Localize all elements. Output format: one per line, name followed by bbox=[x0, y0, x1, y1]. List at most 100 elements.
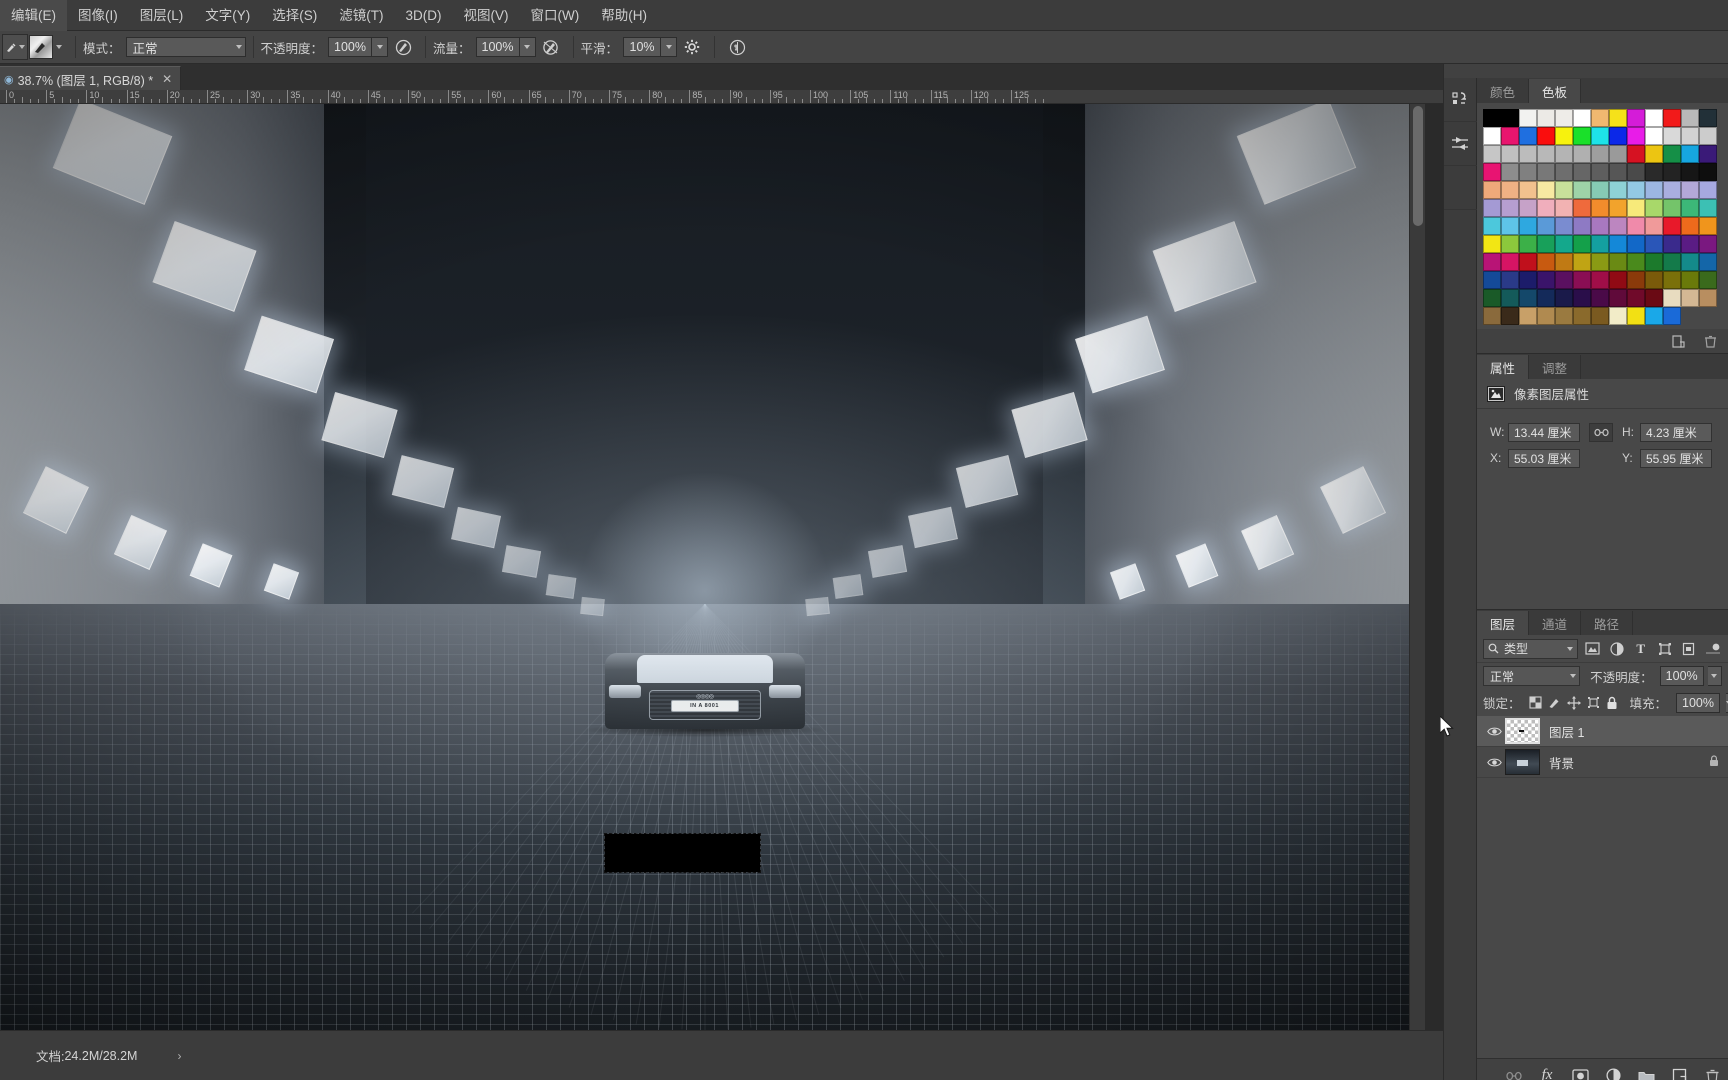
color-swatch[interactable] bbox=[1537, 235, 1555, 253]
tab-channels[interactable]: 通道 bbox=[1529, 611, 1582, 635]
color-swatch[interactable] bbox=[1483, 217, 1501, 235]
color-swatch[interactable] bbox=[1627, 127, 1645, 145]
delete-swatch-button[interactable] bbox=[1700, 331, 1720, 351]
layer-row[interactable]: 背景 bbox=[1477, 747, 1728, 778]
layer-thumbnail[interactable] bbox=[1505, 718, 1540, 744]
color-swatch[interactable] bbox=[1519, 235, 1537, 253]
opacity-stepper[interactable] bbox=[372, 37, 389, 57]
color-swatch[interactable] bbox=[1483, 235, 1501, 253]
color-swatch[interactable] bbox=[1645, 235, 1663, 253]
color-swatch[interactable] bbox=[1609, 235, 1627, 253]
filter-adjustment-button[interactable] bbox=[1607, 639, 1626, 659]
color-swatch[interactable] bbox=[1681, 163, 1699, 181]
color-swatch[interactable] bbox=[1591, 199, 1609, 217]
color-swatch[interactable] bbox=[1645, 271, 1663, 289]
color-swatch[interactable] bbox=[1609, 289, 1627, 307]
canvas-artwork[interactable]: ◎◎◎◎ IN A 8001 bbox=[0, 104, 1409, 1030]
color-swatch[interactable] bbox=[1699, 163, 1717, 181]
color-swatch[interactable] bbox=[1699, 109, 1717, 127]
smoothing-settings-button[interactable] bbox=[681, 36, 703, 58]
color-swatch[interactable] bbox=[1627, 163, 1645, 181]
color-swatch[interactable] bbox=[1663, 217, 1681, 235]
lock-artboard-button[interactable] bbox=[1587, 695, 1600, 711]
color-swatch[interactable] bbox=[1537, 109, 1555, 127]
color-swatch[interactable] bbox=[1501, 217, 1519, 235]
color-swatch[interactable] bbox=[1591, 235, 1609, 253]
color-swatch[interactable] bbox=[1519, 271, 1537, 289]
canvas-vertical-scrollbar[interactable] bbox=[1409, 104, 1425, 1030]
color-swatch[interactable] bbox=[1699, 199, 1717, 217]
lock-transparent-button[interactable] bbox=[1528, 695, 1542, 711]
color-swatch[interactable] bbox=[1663, 181, 1681, 199]
tab-layers[interactable]: 图层 bbox=[1477, 611, 1530, 635]
menu-image[interactable]: 图像(I) bbox=[67, 0, 129, 31]
smoothing-stepper[interactable] bbox=[661, 37, 678, 57]
color-swatch[interactable] bbox=[1501, 271, 1519, 289]
rail-libraries-button[interactable] bbox=[1444, 78, 1477, 122]
tab-color[interactable]: 颜色 bbox=[1477, 79, 1530, 103]
close-icon[interactable]: ✕ bbox=[162, 72, 172, 86]
color-swatch[interactable] bbox=[1681, 199, 1699, 217]
symmetry-button[interactable] bbox=[726, 36, 748, 58]
link-layers-button[interactable] bbox=[1504, 1066, 1524, 1080]
lock-position-button[interactable] bbox=[1566, 695, 1581, 711]
color-swatch[interactable] bbox=[1555, 163, 1573, 181]
blend-mode-select[interactable]: 正常 bbox=[1483, 666, 1581, 686]
color-swatch[interactable] bbox=[1519, 145, 1537, 163]
menu-edit[interactable]: 编辑(E) bbox=[0, 0, 67, 31]
color-swatch[interactable] bbox=[1609, 271, 1627, 289]
color-swatch[interactable] bbox=[1501, 307, 1519, 325]
color-swatch[interactable] bbox=[1681, 253, 1699, 271]
color-swatch[interactable] bbox=[1609, 199, 1627, 217]
smoothing-input[interactable]: 10% bbox=[623, 37, 662, 57]
color-swatch[interactable] bbox=[1573, 145, 1591, 163]
tab-adjustments[interactable]: 调整 bbox=[1529, 355, 1582, 379]
opacity-pressure-toggle[interactable] bbox=[392, 36, 414, 58]
menu-window[interactable]: 窗口(W) bbox=[520, 0, 591, 31]
color-swatch[interactable] bbox=[1501, 127, 1519, 145]
color-swatch[interactable] bbox=[1483, 109, 1501, 127]
color-swatch[interactable] bbox=[1483, 181, 1501, 199]
color-swatch[interactable] bbox=[1555, 253, 1573, 271]
width-field[interactable]: 13.44 厘米 bbox=[1508, 422, 1580, 442]
color-swatch[interactable] bbox=[1483, 271, 1501, 289]
color-swatch[interactable] bbox=[1645, 163, 1663, 181]
color-swatch[interactable] bbox=[1519, 289, 1537, 307]
swatch-grid[interactable] bbox=[1483, 109, 1717, 325]
color-swatch[interactable] bbox=[1591, 145, 1609, 163]
color-swatch[interactable] bbox=[1573, 199, 1591, 217]
color-swatch[interactable] bbox=[1627, 181, 1645, 199]
color-swatch[interactable] bbox=[1663, 199, 1681, 217]
link-wh-button[interactable] bbox=[1589, 422, 1613, 442]
brush-preset-swatch[interactable] bbox=[29, 35, 53, 59]
color-swatch[interactable] bbox=[1483, 253, 1501, 271]
menu-layer[interactable]: 图层(L) bbox=[129, 0, 195, 31]
color-swatch[interactable] bbox=[1501, 109, 1519, 127]
color-swatch[interactable] bbox=[1663, 271, 1681, 289]
color-swatch[interactable] bbox=[1519, 217, 1537, 235]
color-swatch[interactable] bbox=[1537, 127, 1555, 145]
color-swatch[interactable] bbox=[1699, 127, 1717, 145]
color-swatch[interactable] bbox=[1663, 163, 1681, 181]
color-swatch[interactable] bbox=[1645, 217, 1663, 235]
color-swatch[interactable] bbox=[1699, 145, 1717, 163]
filter-toggle-button[interactable] bbox=[1703, 639, 1722, 659]
color-swatch[interactable] bbox=[1537, 271, 1555, 289]
color-swatch[interactable] bbox=[1483, 127, 1501, 145]
color-swatch[interactable] bbox=[1555, 235, 1573, 253]
color-swatch[interactable] bbox=[1501, 289, 1519, 307]
color-swatch[interactable] bbox=[1591, 289, 1609, 307]
color-swatch[interactable] bbox=[1483, 145, 1501, 163]
filter-shape-button[interactable] bbox=[1655, 639, 1674, 659]
color-swatch[interactable] bbox=[1591, 253, 1609, 271]
color-swatch[interactable] bbox=[1609, 181, 1627, 199]
color-swatch[interactable] bbox=[1555, 217, 1573, 235]
color-swatch[interactable] bbox=[1591, 307, 1609, 325]
color-swatch[interactable] bbox=[1699, 235, 1717, 253]
menu-view[interactable]: 视图(V) bbox=[453, 0, 520, 31]
color-swatch[interactable] bbox=[1681, 181, 1699, 199]
filter-pixel-button[interactable] bbox=[1583, 639, 1602, 659]
color-swatch[interactable] bbox=[1501, 235, 1519, 253]
airbrush-toggle[interactable] bbox=[540, 36, 562, 58]
color-swatch[interactable] bbox=[1555, 199, 1573, 217]
